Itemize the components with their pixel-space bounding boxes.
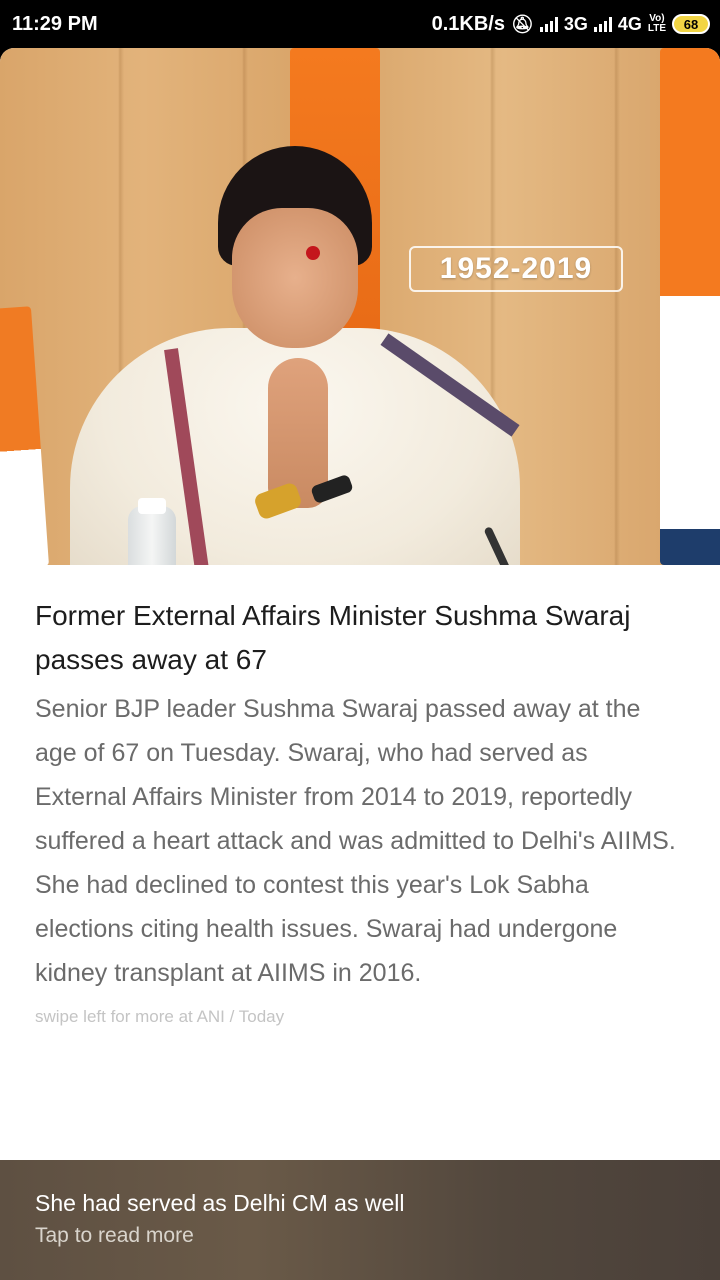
flag-right <box>660 48 720 565</box>
news-card[interactable]: 1952-2019 Former External Affairs Minist… <box>0 48 720 1280</box>
network-type-1: 3G <box>563 13 588 34</box>
status-time: 11:29 PM <box>12 12 98 35</box>
screen: 11:29 PM 0.1KB/s 🔕︎ 3G 4G Vo) LTE 68 195… <box>0 0 720 1280</box>
signal-icon-2 <box>593 16 612 32</box>
hero-image[interactable]: 1952-2019 <box>0 48 720 565</box>
read-more-teaser[interactable]: She had served as Delhi CM as well <box>35 1190 404 1217</box>
article-body: Senior BJP leader Sushma Swaraj passed a… <box>35 695 676 987</box>
read-more-bar[interactable]: She had served as Delhi CM as well Tap t… <box>0 1160 720 1280</box>
signal-icon <box>539 16 558 32</box>
article-headline[interactable]: Former External Affairs Minister Sushma … <box>35 594 685 682</box>
status-icons: 0.1KB/s 🔕︎ 3G 4G Vo) LTE 68 <box>432 13 710 36</box>
bindi <box>306 246 320 260</box>
battery-icon: 68 <box>672 14 710 34</box>
volte-bottom: LTE <box>647 23 666 34</box>
battery-level: 68 <box>683 16 699 32</box>
bell-off-icon: 🔕︎ <box>510 13 534 34</box>
article-source[interactable]: swipe left for more at ANI / Today <box>35 1007 685 1027</box>
water-bottle <box>128 506 176 565</box>
article: Former External Affairs Minister Sushma … <box>35 594 685 1027</box>
water-bottle-cap <box>138 498 166 514</box>
volte-icon: Vo) LTE <box>648 14 666 34</box>
person-face <box>232 208 358 348</box>
read-more-cta[interactable]: Tap to read more <box>35 1224 194 1248</box>
network-type-2: 4G <box>617 13 642 34</box>
status-bar: 11:29 PM 0.1KB/s 🔕︎ 3G 4G Vo) LTE 68 <box>0 0 720 48</box>
year-badge: 1952-2019 <box>409 246 623 292</box>
network-speed: 0.1KB/s <box>431 12 505 35</box>
